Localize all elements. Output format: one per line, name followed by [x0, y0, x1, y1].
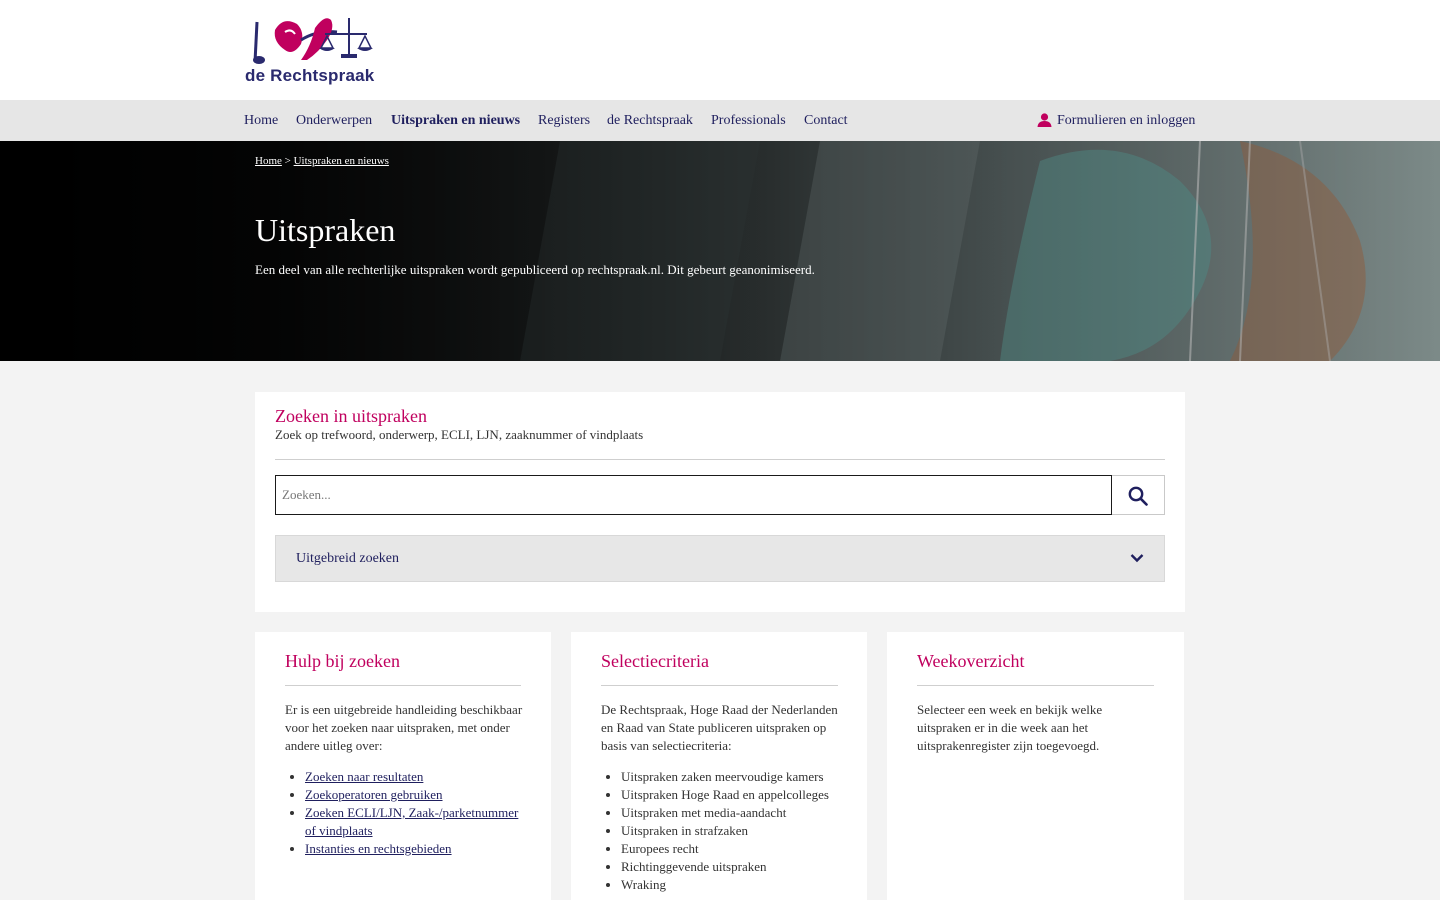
criteria-list: Uitspraken zaken meervoudige kamers Uits… [621, 768, 861, 894]
list-item: Zoeken ECLI/LJN, Zaak-/parketnummer of v… [305, 804, 531, 840]
site-header: de Rechtspraak [0, 0, 1440, 100]
search-input[interactable] [275, 475, 1112, 515]
breadcrumb: Home > Uitspraken en nieuws [255, 155, 389, 167]
list-item: Richtinggevende uitspraken [621, 858, 861, 876]
help-link-ecli[interactable]: Zoeken ECLI/LJN, Zaak-/parketnummer of v… [305, 805, 518, 838]
search-subtitle: Zoek op trefwoord, onderwerp, ECLI, LJN,… [275, 427, 644, 442]
justitia-statue-image [0, 141, 1440, 361]
list-item: Uitspraken in strafzaken [621, 822, 861, 840]
list-item: Uitspraken Hoge Raad en appelcolleges [621, 786, 861, 804]
main-navigation: Home Onderwerpen Uitspraken en nieuws Re… [0, 100, 1440, 141]
list-item: Zoekoperatoren gebruiken [305, 786, 531, 804]
rechtspraak-logo[interactable]: de Rechtspraak [245, 10, 375, 88]
help-card-text: Er is een uitgebreide handleiding beschi… [285, 702, 523, 753]
nav-item-onderwerpen[interactable]: Onderwerpen [296, 100, 372, 141]
breadcrumb-separator: > [284, 155, 291, 167]
nav-item-professionals[interactable]: Professionals [711, 100, 786, 141]
list-item: Europees recht [621, 840, 861, 858]
list-item: Uitspraken met media-aandacht [621, 804, 861, 822]
criteria-card-title: Selectiecriteria [601, 651, 709, 671]
week-card: Weekoverzicht Selecteer een week en beki… [887, 632, 1184, 900]
nav-item-uitspraken-en-nieuws[interactable]: Uitspraken en nieuws [391, 100, 520, 141]
divider [275, 459, 1165, 460]
week-card-title: Weekoverzicht [917, 651, 1025, 671]
divider [601, 685, 838, 686]
search-icon [1128, 486, 1148, 506]
list-item: Wraking [621, 876, 861, 894]
search-button[interactable] [1112, 475, 1165, 515]
help-card-title: Hulp bij zoeken [285, 651, 400, 671]
nav-item-registers[interactable]: Registers [538, 100, 590, 141]
advanced-search-toggle[interactable]: Uitgebreid zoeken [275, 535, 1165, 582]
help-link-operators[interactable]: Zoekoperatoren gebruiken [305, 787, 443, 802]
criteria-card: Selectiecriteria De Rechtspraak, Hoge Ra… [571, 632, 867, 900]
page-title: Uitspraken [255, 212, 396, 248]
list-item: Instanties en rechtsgebieden [305, 840, 531, 858]
help-link-results[interactable]: Zoeken naar resultaten [305, 769, 423, 784]
page-subtitle: Een deel van alle rechterlijke uitsprake… [255, 262, 815, 277]
hero-banner: Home > Uitspraken en nieuws Uitspraken E… [0, 141, 1440, 361]
help-link-instanties[interactable]: Instanties en rechtsgebieden [305, 841, 452, 856]
list-item: Uitspraken zaken meervoudige kamers [621, 768, 861, 786]
help-card: Hulp bij zoeken Er is een uitgebreide ha… [255, 632, 551, 900]
list-item: Zoeken naar resultaten [305, 768, 531, 786]
divider [917, 685, 1154, 686]
breadcrumb-home[interactable]: Home [255, 155, 282, 167]
logo-text: de Rechtspraak [245, 66, 375, 85]
chevron-down-icon [1130, 554, 1144, 563]
help-links-list: Zoeken naar resultaten Zoekoperatoren ge… [305, 768, 531, 858]
nav-item-contact[interactable]: Contact [804, 100, 848, 141]
week-card-text: Selecteer een week en bekijk welke uitsp… [917, 702, 1103, 753]
advanced-search-label: Uitgebreid zoeken [296, 551, 400, 566]
search-panel: Zoeken in uitspraken Zoek op trefwoord, … [255, 392, 1185, 612]
criteria-card-text: De Rechtspraak, Hoge Raad der Nederlande… [601, 702, 838, 753]
divider [285, 685, 521, 686]
login-label: Formulieren en inloggen [1057, 113, 1196, 128]
breadcrumb-current[interactable]: Uitspraken en nieuws [294, 155, 389, 167]
user-icon [1037, 113, 1052, 127]
search-title: Zoeken in uitspraken [275, 406, 427, 426]
nav-item-de-rechtspraak[interactable]: de Rechtspraak [607, 100, 693, 141]
justitia-logo-icon [253, 18, 373, 64]
nav-item-home[interactable]: Home [244, 100, 278, 141]
